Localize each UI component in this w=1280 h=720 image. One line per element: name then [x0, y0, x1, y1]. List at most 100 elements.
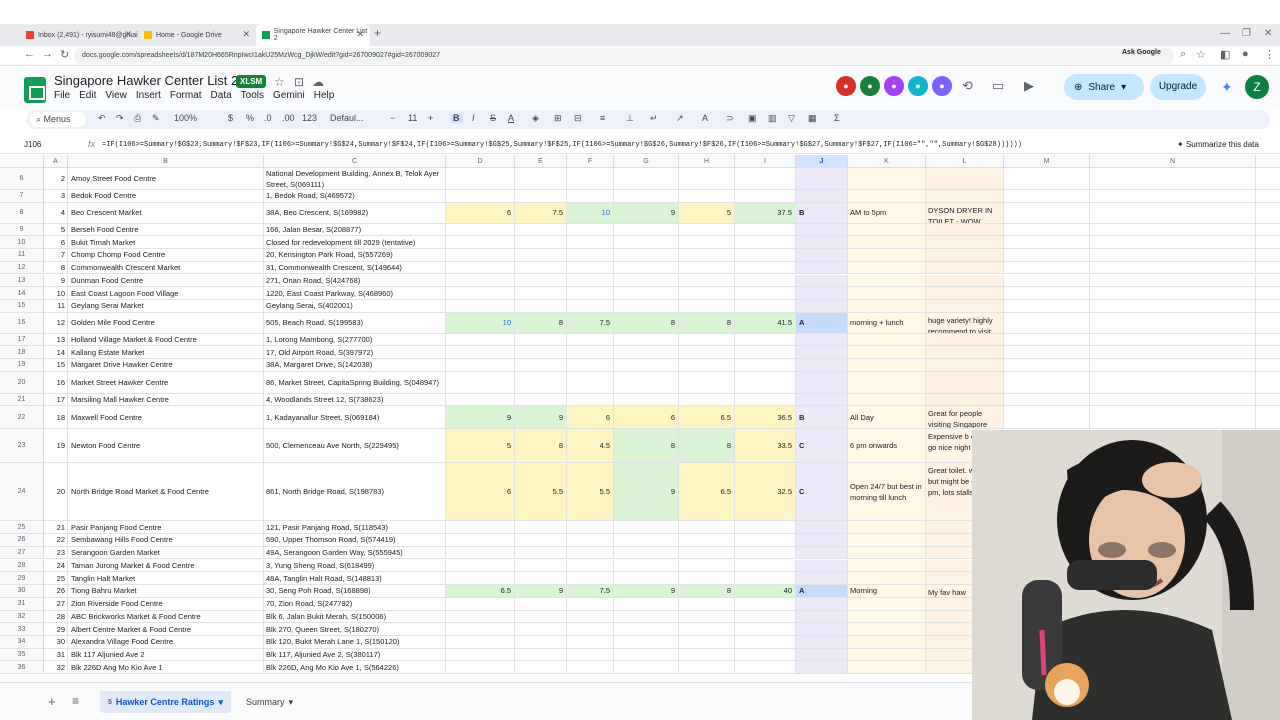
- cell-b[interactable]: Pasir Panjang Food Centre: [68, 521, 264, 534]
- cell-l[interactable]: [926, 274, 1004, 287]
- wrap-icon[interactable]: ↵: [650, 113, 658, 124]
- cell-h[interactable]: [679, 610, 735, 623]
- cell-c[interactable]: 17, Old Airport Road, S(397972): [264, 346, 446, 358]
- paint-format-icon[interactable]: ✎: [152, 113, 160, 124]
- cell-j[interactable]: [796, 534, 848, 546]
- history-icon[interactable]: ⟲: [962, 78, 973, 94]
- decrease-font-icon[interactable]: −: [390, 113, 395, 123]
- cell-h[interactable]: [679, 648, 735, 661]
- cell-l[interactable]: [926, 333, 1004, 346]
- collaborator-avatar[interactable]: ●: [836, 76, 856, 96]
- row-number[interactable]: 19: [0, 359, 44, 371]
- cell-m[interactable]: [1004, 202, 1090, 223]
- collaborator-avatar[interactable]: ●: [884, 76, 904, 96]
- cell-h[interactable]: [679, 534, 735, 546]
- link-icon[interactable]: ⊃: [726, 113, 734, 124]
- column-header-i[interactable]: I: [735, 155, 796, 168]
- extensions-icon[interactable]: ◧: [1220, 48, 1230, 61]
- cell-f[interactable]: 6: [567, 406, 614, 429]
- cell-g[interactable]: [614, 168, 679, 189]
- cell-i[interactable]: 40: [735, 584, 796, 597]
- cell-g[interactable]: [614, 648, 679, 661]
- row-number[interactable]: 33: [0, 623, 44, 635]
- star-icon[interactable]: ☆: [274, 75, 285, 89]
- cell-j[interactable]: [796, 236, 848, 249]
- row-number[interactable]: 23: [0, 429, 44, 463]
- font-color-icon[interactable]: A: [702, 113, 708, 123]
- cell-d[interactable]: [446, 648, 515, 661]
- cell-i[interactable]: 32.5: [735, 463, 796, 521]
- cell-c[interactable]: 70, Zion Road, S(247792): [264, 597, 446, 610]
- cell-j[interactable]: [796, 287, 848, 299]
- cell-c[interactable]: 86, Market Street, CapitaSpring Building…: [264, 371, 446, 393]
- cell-f[interactable]: [567, 661, 614, 674]
- cell-a[interactable]: 14: [44, 346, 68, 358]
- cell-f[interactable]: [567, 287, 614, 299]
- cell-k[interactable]: [848, 661, 926, 674]
- menu-help[interactable]: Help: [314, 90, 335, 101]
- cell-l[interactable]: [926, 223, 1004, 236]
- cell-k[interactable]: [848, 636, 926, 648]
- cell-i[interactable]: [735, 261, 796, 274]
- cell-j[interactable]: [796, 610, 848, 623]
- cell-d[interactable]: [446, 236, 515, 249]
- cell-j[interactable]: [796, 371, 848, 393]
- cell-b[interactable]: East Coast Lagoon Food Village: [68, 287, 264, 299]
- cell-g[interactable]: [614, 597, 679, 610]
- cell-h[interactable]: 6.5: [679, 406, 735, 429]
- cell-l[interactable]: [926, 236, 1004, 249]
- cell-n[interactable]: [1090, 168, 1256, 189]
- cell-e[interactable]: [515, 359, 567, 371]
- cell-h[interactable]: [679, 572, 735, 584]
- cell-m[interactable]: [1004, 406, 1090, 429]
- cell-l[interactable]: [926, 249, 1004, 261]
- gemini-icon[interactable]: ✦: [1221, 79, 1233, 96]
- cell-h[interactable]: [679, 559, 735, 572]
- cell-f[interactable]: 4.5: [567, 429, 614, 463]
- cell-k[interactable]: [848, 249, 926, 261]
- meet-icon[interactable]: ▶: [1024, 78, 1034, 94]
- cell-g[interactable]: 8: [614, 429, 679, 463]
- cell-k[interactable]: [848, 274, 926, 287]
- cell-e[interactable]: [515, 168, 567, 189]
- chevron-down-icon[interactable]: ▾: [289, 697, 294, 708]
- cell-i[interactable]: 33.5: [735, 429, 796, 463]
- bold-button[interactable]: B: [450, 113, 463, 123]
- cell-e[interactable]: [515, 559, 567, 572]
- cell-h[interactable]: [679, 546, 735, 559]
- cell-l[interactable]: [926, 346, 1004, 358]
- cell-d[interactable]: [446, 359, 515, 371]
- profile-icon[interactable]: ●: [1242, 48, 1249, 60]
- row-number[interactable]: 6: [0, 168, 44, 189]
- url-field[interactable]: docs.google.com/spreadsheets/d/187M20H66…: [74, 48, 1174, 64]
- cell-a[interactable]: 26: [44, 584, 68, 597]
- cell-g[interactable]: [614, 572, 679, 584]
- cell-g[interactable]: [614, 636, 679, 648]
- row-number[interactable]: 36: [0, 661, 44, 674]
- valign-icon[interactable]: ⊥: [626, 113, 634, 124]
- cell-n[interactable]: [1090, 299, 1256, 312]
- cell-h[interactable]: [679, 521, 735, 534]
- cell-e[interactable]: 8: [515, 429, 567, 463]
- cell-j[interactable]: [796, 346, 848, 358]
- cell-m[interactable]: [1004, 168, 1090, 189]
- filter-views-icon[interactable]: ▦: [808, 113, 817, 124]
- cell-i[interactable]: [735, 249, 796, 261]
- cell-f[interactable]: [567, 190, 614, 202]
- column-header-a[interactable]: A: [44, 155, 68, 168]
- cell-b[interactable]: Tiong Bahru Market: [68, 584, 264, 597]
- cell-l[interactable]: [926, 359, 1004, 371]
- cell-d[interactable]: [446, 346, 515, 358]
- cell-c[interactable]: 30, Seng Poh Road, S(168898): [264, 584, 446, 597]
- cell-a[interactable]: 4: [44, 202, 68, 223]
- column-header-f[interactable]: F: [567, 155, 614, 168]
- cell-d[interactable]: [446, 610, 515, 623]
- cell-a[interactable]: 29: [44, 623, 68, 635]
- cell-g[interactable]: [614, 223, 679, 236]
- rotate-icon[interactable]: ↗: [676, 113, 684, 124]
- cell-n[interactable]: [1090, 261, 1256, 274]
- cell-a[interactable]: 3: [44, 190, 68, 202]
- cell-k[interactable]: 6 pm onwards: [848, 429, 926, 463]
- cell-b[interactable]: Blk 226D Ang Mo Kio Ave 1: [68, 661, 264, 674]
- cell-a[interactable]: 16: [44, 371, 68, 393]
